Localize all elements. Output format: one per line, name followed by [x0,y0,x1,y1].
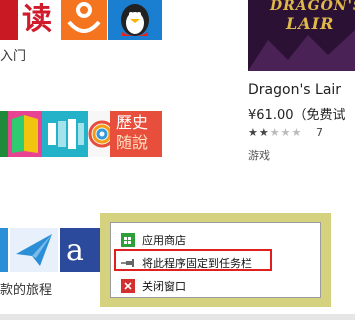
tile-lishi-text: 歷史 [116,113,149,132]
tile-caption-row1: 入门 [0,49,27,64]
app-rating-stars: ★★★★★ [248,126,302,139]
menu-item-label: 关闭窗口 [142,280,186,293]
close-icon [121,279,135,293]
penguin-icon [121,4,149,36]
menu-item-store[interactable]: 应用商店 [111,229,320,251]
tile-app-dictionary[interactable]: a [60,228,104,272]
smile-logo-icon [67,2,101,33]
blocks-logo-icon [48,119,84,149]
tile-zhentan-text: 随說 [116,133,149,152]
tile-a-text: a [66,233,84,268]
stars-empty: ★★★ [269,126,303,139]
hero-title-bottom: LAIR [286,14,335,33]
app-hero-image[interactable]: DRAGON'S LAIR [248,0,355,71]
app-title[interactable]: Dragon's Lair [248,82,341,98]
tile-app-rainbow-pages[interactable] [8,111,42,157]
tile-du-text: 读 [22,2,52,37]
tile-app-green-strip[interactable] [0,111,8,157]
hero-title-top: DRAGON'S [270,0,355,14]
app-rating-count: 7 [316,126,323,139]
tile-app-du[interactable]: 读 [18,0,60,40]
tile-app-paper-plane[interactable] [10,228,58,272]
app-genre: 游戏 [248,149,270,162]
menu-item-label: 应用商店 [142,234,186,247]
stars-filled: ★★ [248,126,270,139]
tile-app-blue-strip[interactable] [0,228,8,272]
tile-app-red[interactable] [0,0,18,40]
tile-app-cyan-blocks[interactable] [42,111,88,157]
taskbar-strip [0,314,355,320]
tile-app-orange-smile[interactable] [61,0,107,40]
tile-caption-row3: 款的旅程 [0,283,53,298]
tile-app-rainbow-rings[interactable] [88,111,110,157]
tile-app-lishi[interactable]: 歷史 随說 [110,111,162,157]
pin-item-highlight-box [114,249,272,271]
pages-logo-icon [8,111,42,157]
menu-item-close-window[interactable]: 关闭窗口 [111,275,320,297]
rings-logo-icon [88,111,110,157]
store-icon [121,233,135,247]
app-price: ¥61.00（免费试 [248,108,346,123]
tile-app-penguin[interactable] [108,0,162,40]
paper-plane-icon [16,234,52,266]
